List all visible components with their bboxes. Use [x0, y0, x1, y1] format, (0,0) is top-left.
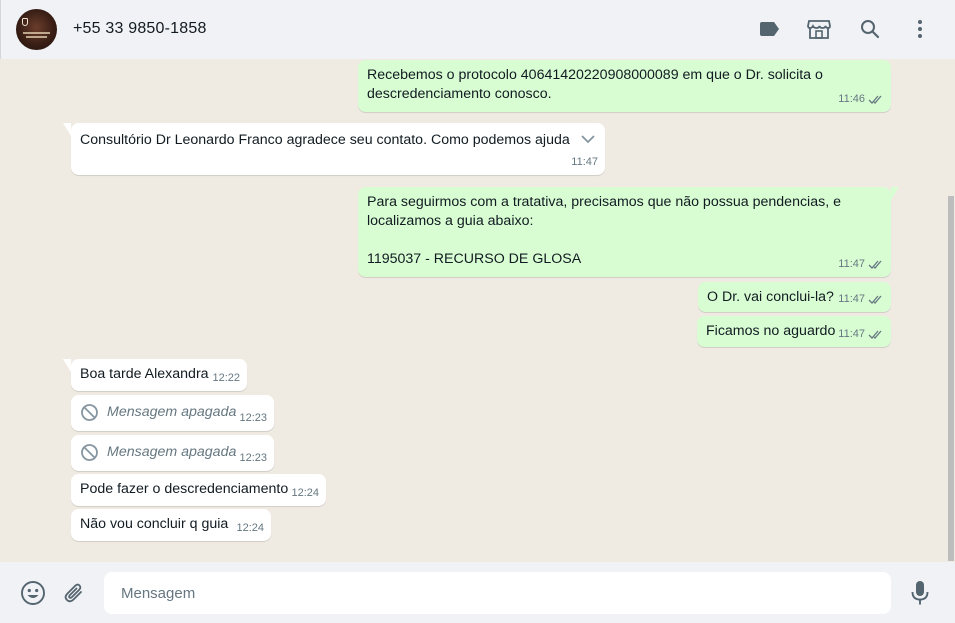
deleted-message-icon [81, 444, 98, 461]
search-icon[interactable] [858, 17, 882, 41]
contact-avatar[interactable] [16, 9, 57, 50]
message-time: 12:23 [239, 412, 267, 424]
message-list[interactable]: Recebemos o protocolo 406414202209080000… [0, 59, 955, 562]
message-text: Pode fazer o descredenciamento [80, 481, 289, 497]
microphone-icon[interactable] [907, 580, 933, 606]
label-icon[interactable] [758, 17, 782, 41]
message-text: Não vou concluir q guia [80, 516, 229, 532]
message-deleted[interactable]: Mensagem apagada 12:23 [71, 395, 274, 431]
message-outgoing[interactable]: Recebemos o protocolo 406414202209080000… [358, 60, 891, 112]
message-text: Para seguirmos com a tratativa, precisam… [367, 194, 841, 267]
message-time: 12:23 [239, 452, 267, 464]
message-incoming[interactable]: Não vou concluir q guia 12:24 [71, 509, 271, 541]
message-time: 11:46 [838, 93, 865, 105]
message-time: 12:24 [236, 522, 264, 534]
message-time: 12:24 [291, 487, 319, 499]
message-time: 11:47 [571, 156, 598, 168]
message-incoming[interactable]: Pode fazer o descredenciamento 12:24 [71, 474, 326, 506]
deleted-message-icon [81, 404, 98, 421]
message-text: Mensagem apagada [107, 444, 237, 460]
read-tick-icon [868, 330, 882, 339]
message-outgoing[interactable]: Ficamos no aguardo 11:47 [697, 316, 891, 347]
catalog-icon[interactable] [807, 17, 831, 41]
message-deleted[interactable]: Mensagem apagada 12:23 [71, 435, 274, 471]
message-text: Ficamos no aguardo [706, 323, 836, 339]
message-text: O Dr. vai conclui-la? [707, 289, 834, 305]
menu-icon[interactable] [908, 17, 932, 41]
read-tick-icon [868, 95, 882, 104]
chevron-down-icon[interactable] [579, 130, 597, 148]
message-time: 11:47 [838, 258, 865, 270]
contact-name[interactable]: +55 33 9850-1858 [73, 20, 207, 38]
message-text: Recebemos o protocolo 406414202209080000… [367, 67, 823, 102]
read-tick-icon [868, 260, 882, 269]
message-incoming[interactable]: Consultório Dr Leonardo Franco agradece … [63, 123, 605, 175]
read-tick-icon [868, 295, 882, 304]
message-outgoing[interactable]: Para seguirmos com a tratativa, precisam… [358, 187, 899, 277]
emoji-icon[interactable] [20, 580, 46, 606]
scrollbar[interactable] [948, 196, 954, 561]
message-text: Mensagem apagada [107, 404, 237, 420]
chat-header: +55 33 9850-1858 [0, 0, 955, 59]
attach-icon[interactable] [61, 580, 87, 606]
message-text: Boa tarde Alexandra [80, 366, 209, 382]
message-outgoing[interactable]: O Dr. vai conclui-la? 11:47 [698, 282, 891, 312]
message-incoming[interactable]: Boa tarde Alexandra 12:22 [63, 359, 247, 391]
message-text: Consultório Dr Leonardo Franco agradece … [80, 132, 570, 148]
message-time: 11:47 [838, 328, 865, 340]
message-input[interactable] [104, 572, 891, 614]
compose-bar [0, 562, 955, 623]
message-time: 11:47 [838, 293, 865, 305]
message-time: 12:22 [212, 372, 240, 384]
